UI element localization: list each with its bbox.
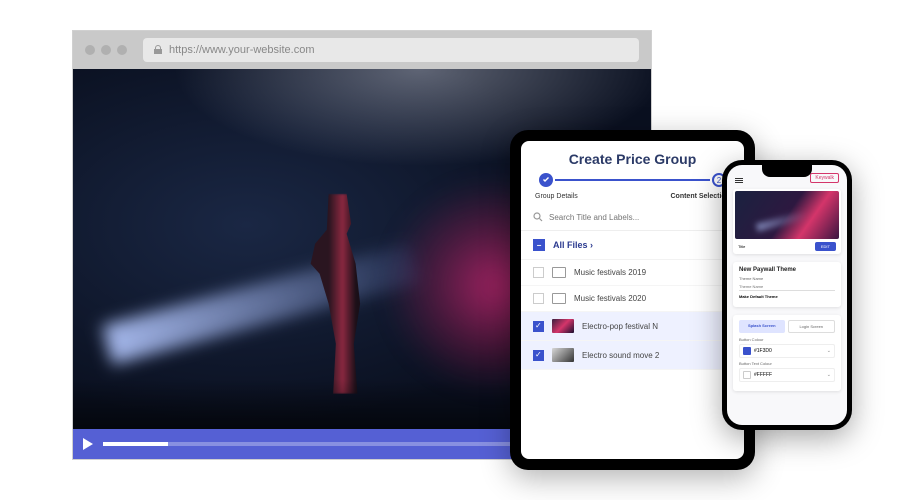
colour-value: #FFFFF [754, 372, 772, 378]
file-label: Music festivals 2019 [574, 268, 646, 277]
theme-name-input[interactable] [739, 283, 835, 291]
search-icon[interactable] [533, 212, 543, 222]
make-default-label[interactable]: Make Default Theme [739, 294, 835, 299]
preview-footer: Title EDIT [735, 239, 839, 252]
url-text: https://www.your-website.com [169, 44, 315, 56]
search-row [521, 208, 744, 231]
list-item[interactable]: Music festivals 2019 [521, 260, 744, 286]
theme-settings: New Paywall Theme Theme Name Make Defaul… [733, 262, 841, 307]
step-1-label: Group Details [535, 193, 578, 200]
all-files-label: All Files › [553, 240, 593, 250]
file-label: Electro-pop festival N [582, 322, 658, 331]
page-title: Create Price Group [521, 141, 744, 173]
tab-row: Splash Screen Login Screen [739, 320, 835, 333]
video-thumbnail [552, 348, 574, 362]
step-connector [555, 179, 710, 181]
lock-icon [153, 45, 163, 55]
checkbox[interactable] [533, 293, 544, 304]
address-bar[interactable]: https://www.your-website.com [143, 38, 639, 62]
section-title: New Paywall Theme [739, 267, 835, 273]
step-1-circle[interactable] [539, 173, 553, 187]
tablet-device: Create Price Group 2 Group Details Conte… [510, 130, 755, 470]
list-item[interactable]: Electro-pop festival N [521, 312, 744, 341]
stage-light-beam [102, 243, 419, 364]
hamburger-icon[interactable] [735, 178, 743, 183]
phone-notch [762, 165, 812, 177]
folder-icon [552, 267, 566, 278]
button-colour-label: Button Colour [739, 337, 835, 342]
tab-splash[interactable]: Splash Screen [739, 320, 785, 333]
checkbox[interactable] [533, 267, 544, 278]
tablet-screen: Create Price Group 2 Group Details Conte… [521, 141, 744, 459]
colour-swatch [743, 371, 751, 379]
phone-device: Keywalk Title EDIT New Paywall Theme The… [722, 160, 852, 430]
search-input[interactable] [549, 213, 732, 222]
phone-screen: Keywalk Title EDIT New Paywall Theme The… [727, 165, 847, 425]
window-dot[interactable] [85, 45, 95, 55]
tab-login[interactable]: Login Screen [788, 320, 836, 333]
chevron-down-icon: ⌄ [827, 348, 831, 354]
screen-tabs-section: Splash Screen Login Screen Button Colour… [733, 315, 841, 391]
checkbox[interactable] [533, 321, 544, 332]
check-icon [542, 176, 550, 184]
preview-thumbnail[interactable] [735, 191, 839, 239]
preview-title: Title [738, 244, 745, 249]
colour-swatch [743, 347, 751, 355]
button-text-colour-picker[interactable]: #FFFFF ⌄ [739, 368, 835, 382]
checkbox[interactable] [533, 350, 544, 361]
file-label: Music festivals 2020 [574, 294, 646, 303]
button-colour-picker[interactable]: #1F3D0 ⌄ [739, 344, 835, 358]
list-item[interactable]: Music festivals 2020 [521, 286, 744, 312]
button-text-colour-label: Button Text Colour [739, 361, 835, 366]
brand-badge: Keywalk [810, 173, 839, 183]
step-labels: Group Details Content Selection [521, 191, 744, 208]
edit-button[interactable]: EDIT [815, 242, 836, 251]
collapse-icon[interactable]: − [533, 239, 545, 251]
colour-value: #1F3D0 [754, 348, 772, 354]
video-thumbnail [552, 319, 574, 333]
chevron-down-icon: ⌄ [827, 372, 831, 378]
list-item[interactable]: Electro sound move 2 [521, 341, 744, 370]
play-icon[interactable] [83, 438, 93, 450]
window-dot[interactable] [101, 45, 111, 55]
folder-icon [552, 293, 566, 304]
stepper: 2 [521, 173, 744, 191]
theme-name-label: Theme Name [739, 276, 835, 281]
file-label: Electro sound move 2 [582, 351, 659, 360]
all-files-row[interactable]: − All Files › [521, 231, 744, 260]
browser-chrome: https://www.your-website.com [73, 31, 651, 69]
window-dot[interactable] [117, 45, 127, 55]
preview-card: Title EDIT [733, 189, 841, 254]
